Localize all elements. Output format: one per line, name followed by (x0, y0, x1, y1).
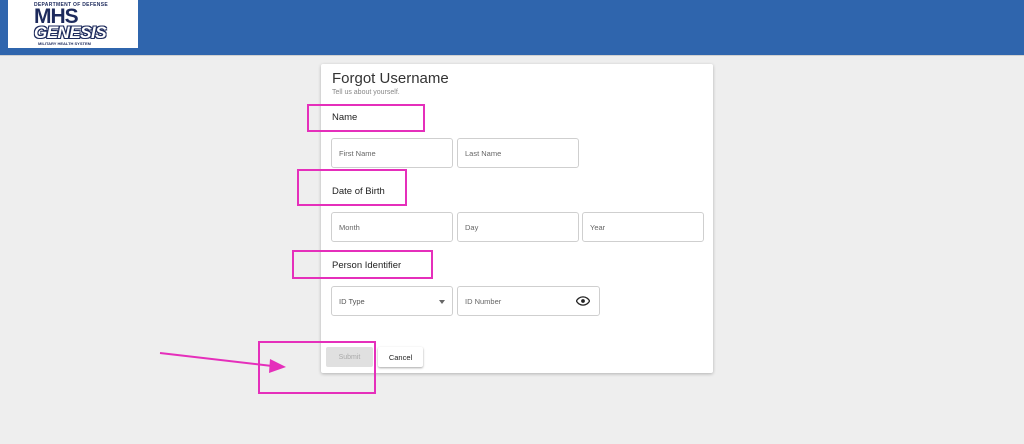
annotation-arrow (159, 352, 286, 373)
